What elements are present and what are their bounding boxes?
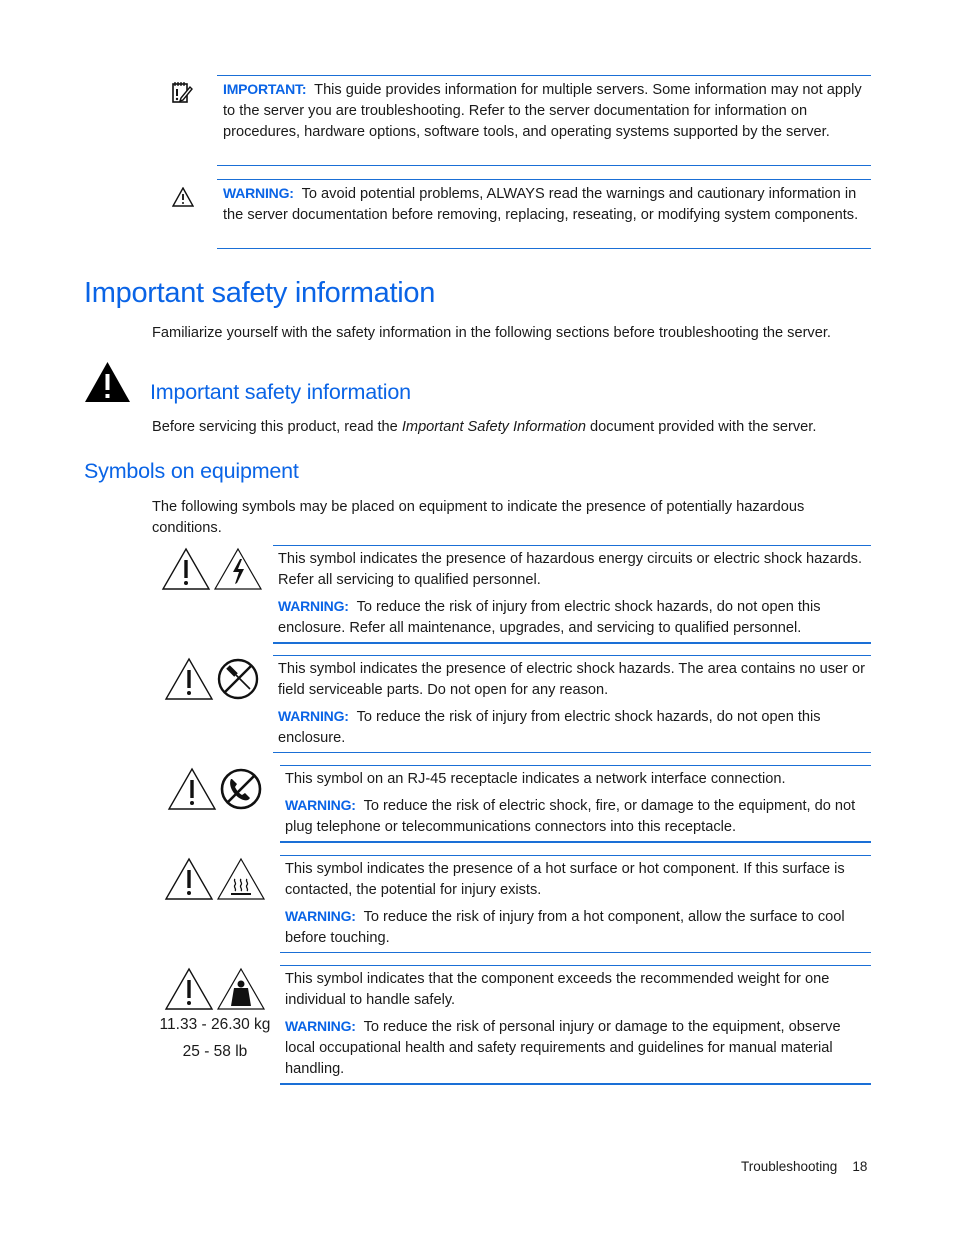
weight-lb: 25 - 58 lb	[182, 1043, 248, 1060]
important-label: IMPORTANT:	[223, 81, 307, 97]
symbol-description: This symbol indicates the presence of el…	[278, 661, 866, 698]
symbol-item-1: This symbol indicates the presence of ha…	[273, 545, 871, 644]
subsection-symbols-title: Symbols on equipment	[84, 459, 299, 483]
important-text: This guide provides information for mult…	[223, 82, 862, 140]
no-screwdriver-icon	[217, 658, 259, 700]
section-intro: Familiarize yourself with the safety inf…	[152, 325, 831, 341]
symbol-icons-3	[167, 767, 263, 811]
warning-label: WARNING:	[285, 797, 356, 813]
heavy-weight-icon	[216, 967, 266, 1010]
subsection-safety-title: Important safety information	[150, 380, 411, 404]
exclamation-triangle-icon	[164, 657, 214, 700]
weight-kg: 11.33 - 26.30 kg	[159, 1016, 271, 1033]
important-note: IMPORTANT: This guide provides informati…	[217, 75, 871, 166]
warning-text: To reduce the risk of injury from electr…	[278, 599, 821, 636]
exclamation-triangle-icon	[161, 547, 211, 590]
symbol-icons-1	[161, 547, 263, 591]
important-note-icon	[171, 80, 195, 109]
safety-text-after: document provided with the server.	[586, 419, 817, 435]
no-telephone-icon	[220, 768, 262, 810]
symbol-item-5: This symbol indicates that the component…	[280, 965, 871, 1085]
warning-text: To reduce the risk of injury from a hot …	[285, 909, 845, 946]
symbol-icons-2	[164, 657, 260, 701]
warning-text: To reduce the risk of injury from electr…	[278, 709, 821, 746]
symbol-description: This symbol indicates the presence of ha…	[278, 551, 863, 588]
symbol-description: This symbol indicates that the component…	[285, 971, 830, 1008]
page-footer: Troubleshooting 18	[741, 1159, 867, 1174]
warning-label: WARNING:	[278, 708, 349, 724]
warning-filled-icon	[84, 361, 131, 408]
symbol-item-4: This symbol indicates the presence of a …	[280, 855, 871, 953]
warning-label: WARNING:	[285, 1018, 356, 1034]
symbol-description: This symbol on an RJ-45 receptacle indic…	[285, 771, 786, 787]
subsection-safety-text: Before servicing this product, read the …	[152, 417, 882, 438]
symbol-item-3: This symbol on an RJ-45 receptacle indic…	[280, 765, 871, 843]
warning-text: To reduce the risk of personal injury or…	[285, 1019, 841, 1077]
hot-surface-icon	[216, 857, 266, 900]
symbol-description: This symbol indicates the presence of a …	[285, 861, 845, 898]
footer-page-number: 18	[852, 1159, 868, 1174]
warning-note: WARNING: To avoid potential problems, AL…	[217, 179, 871, 249]
warning-label: WARNING:	[223, 185, 294, 201]
exclamation-triangle-icon	[164, 857, 214, 900]
symbol-item-2: This symbol indicates the presence of el…	[273, 655, 871, 753]
footer-chapter: Troubleshooting	[741, 1159, 838, 1174]
symbols-intro: The following symbols may be placed on e…	[152, 499, 805, 536]
symbol-icons-4	[164, 857, 266, 901]
warning-text: To avoid potential problems, ALWAYS read…	[223, 186, 859, 223]
warning-triangle-icon	[171, 186, 195, 212]
exclamation-triangle-icon	[167, 767, 217, 810]
warning-label: WARNING:	[278, 598, 349, 614]
exclamation-triangle-icon	[164, 967, 214, 1010]
warning-label: WARNING:	[285, 908, 356, 924]
lightning-triangle-icon	[213, 547, 263, 590]
safety-text-before: Before servicing this product, read the	[152, 419, 402, 435]
page-title: Important safety information	[84, 277, 436, 309]
symbol-icons-5	[164, 967, 266, 1011]
warning-text: To reduce the risk of electric shock, fi…	[285, 798, 856, 835]
safety-doc-title: Important Safety Information	[401, 419, 586, 435]
